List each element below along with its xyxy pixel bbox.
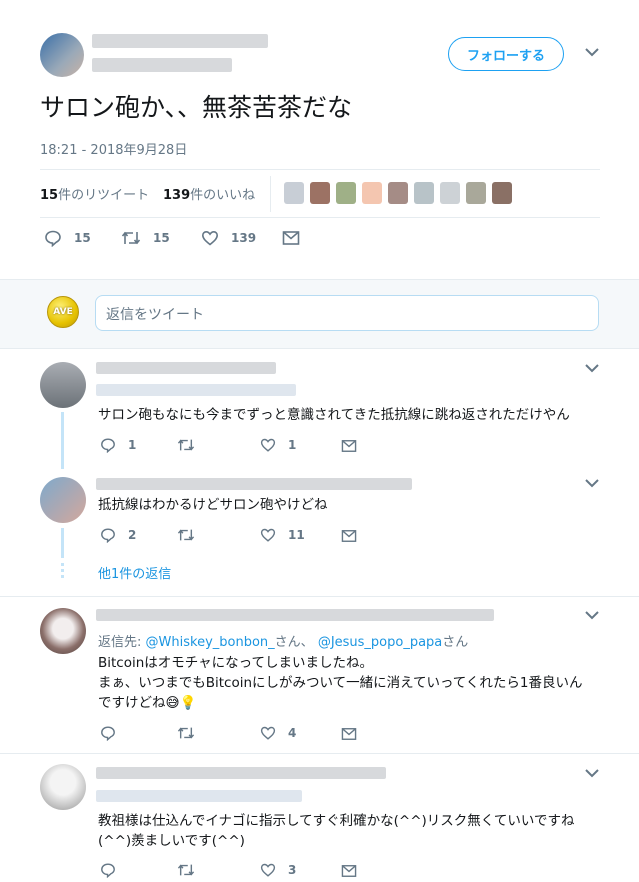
reply-icon	[100, 437, 116, 453]
reply-to-blurred	[96, 384, 296, 396]
reply-icon	[100, 527, 116, 543]
retweet-stats[interactable]: 15件のリツイート	[40, 184, 149, 203]
message-icon[interactable]	[282, 230, 300, 246]
author-name-blurred[interactable]	[92, 34, 268, 48]
liker-avatar[interactable]	[388, 182, 408, 204]
liker-avatar[interactable]	[284, 182, 304, 204]
message-icon[interactable]	[341, 727, 357, 741]
chevron-down-icon[interactable]	[585, 478, 599, 488]
chevron-down-icon[interactable]	[585, 768, 599, 778]
divider	[40, 169, 600, 170]
thread-dots	[61, 563, 64, 581]
liker-avatars[interactable]	[284, 182, 512, 204]
liker-avatar[interactable]	[310, 182, 330, 204]
follow-label: フォローする	[466, 48, 545, 64]
retweet-action[interactable]	[177, 437, 207, 453]
divider	[0, 596, 639, 597]
current-user-avatar[interactable]: AVE	[47, 296, 79, 328]
reply-text-line: ですけどね😅💡	[98, 695, 197, 711]
like-action[interactable]: 139	[201, 229, 256, 247]
reply-text: サロン砲もなにも今までずっと意識されてきた抵抗線に跳ね返されただけやん	[98, 407, 570, 423]
reply-avatar[interactable]	[40, 608, 86, 654]
like-icon	[260, 437, 276, 453]
reply-icon	[100, 862, 116, 878]
divider	[0, 753, 639, 754]
like-stats[interactable]: 139件のいいね	[163, 184, 255, 203]
retweet-icon	[177, 725, 195, 741]
reply-icon	[44, 229, 62, 247]
retweet-icon	[177, 527, 195, 543]
divider	[40, 217, 600, 218]
retweet-action[interactable]	[177, 725, 207, 741]
like-action[interactable]: 4	[260, 725, 296, 741]
tweet-text: サロン砲か、、無茶苦茶だな	[40, 93, 353, 122]
follow-button[interactable]: フォローする	[448, 37, 564, 71]
reply-author-blurred[interactable]	[96, 767, 386, 779]
avatar-text: AVE	[53, 307, 73, 317]
more-replies-link[interactable]: 他1件の返信	[98, 563, 171, 582]
message-icon[interactable]	[341, 439, 357, 453]
reply-input[interactable]: 返信をツイート	[95, 295, 599, 331]
author-avatar[interactable]	[40, 33, 84, 77]
reply-action[interactable]: 15	[44, 229, 91, 247]
like-action[interactable]: 1	[260, 437, 296, 453]
chevron-down-icon[interactable]	[585, 363, 599, 373]
author-handle-blurred[interactable]	[92, 58, 232, 72]
retweet-action[interactable]	[177, 862, 207, 878]
retweet-icon	[177, 862, 195, 878]
retweet-icon	[177, 437, 195, 453]
reply-text: 教祖様は仕込んでイナゴに指示してすぐ利確かな(^^)リスク無くていいですね (^…	[98, 811, 575, 851]
liker-avatar[interactable]	[440, 182, 460, 204]
reply-text: Bitcoinはオモチャになってしまいましたね。 まぁ、いつまでもBitcoin…	[98, 653, 582, 713]
like-action[interactable]: 11	[260, 527, 305, 543]
liker-avatar[interactable]	[492, 182, 512, 204]
thread-line	[61, 528, 64, 558]
reply-text-line: Bitcoinはオモチャになってしまいましたね。	[98, 655, 373, 671]
reply-author-blurred[interactable]	[96, 609, 494, 621]
message-icon[interactable]	[341, 529, 357, 543]
retweet-icon	[121, 229, 141, 247]
like-icon	[260, 725, 276, 741]
reply-author-blurred[interactable]	[96, 478, 412, 490]
reply-icon	[100, 725, 116, 741]
thread-line	[61, 412, 64, 469]
retweet-action[interactable]	[177, 527, 207, 543]
reply-text-line: まぁ、いつまでもBitcoinにしがみついて一緒に消えていってくれたら1番良いん	[98, 675, 583, 691]
chevron-down-icon[interactable]	[585, 47, 599, 57]
reply-text-line: 教祖様は仕込んでイナゴに指示してすぐ利確かな(^^)リスク無くていいですね	[98, 813, 575, 829]
liker-avatar[interactable]	[362, 182, 382, 204]
liker-avatar[interactable]	[414, 182, 434, 204]
reply-to-line: 返信先: @Whiskey_bonbon_さん、 @Jesus_popo_pap…	[98, 635, 469, 650]
reply-action[interactable]	[100, 725, 128, 741]
reply-action[interactable]	[100, 862, 128, 878]
reply-text-line: (^^)羨ましいです(^^)	[98, 833, 245, 849]
reply-author-blurred[interactable]	[96, 362, 276, 374]
reply-avatar[interactable]	[40, 764, 86, 810]
tweet-timestamp[interactable]: 18:21 - 2018年9月28日	[40, 139, 187, 158]
reply-action[interactable]: 1	[100, 437, 136, 453]
like-icon	[260, 862, 276, 878]
like-icon	[260, 527, 276, 543]
like-icon	[201, 229, 219, 247]
retweet-action[interactable]: 15	[121, 229, 170, 247]
reply-avatar[interactable]	[40, 477, 86, 523]
mention-link[interactable]: @Whiskey_bonbon_	[146, 635, 275, 650]
reply-action[interactable]: 2	[100, 527, 136, 543]
liker-avatar[interactable]	[466, 182, 486, 204]
liker-avatar[interactable]	[336, 182, 356, 204]
stats-divider	[270, 176, 271, 212]
message-icon[interactable]	[341, 864, 357, 878]
reply-to-blurred	[96, 790, 302, 802]
like-action[interactable]: 3	[260, 862, 296, 878]
reply-placeholder: 返信をツイート	[106, 307, 204, 323]
reply-avatar[interactable]	[40, 362, 86, 408]
mention-link[interactable]: @Jesus_popo_papa	[318, 635, 442, 650]
reply-text: 抵抗線はわかるけどサロン砲やけどね	[98, 497, 328, 513]
chevron-down-icon[interactable]	[585, 610, 599, 620]
